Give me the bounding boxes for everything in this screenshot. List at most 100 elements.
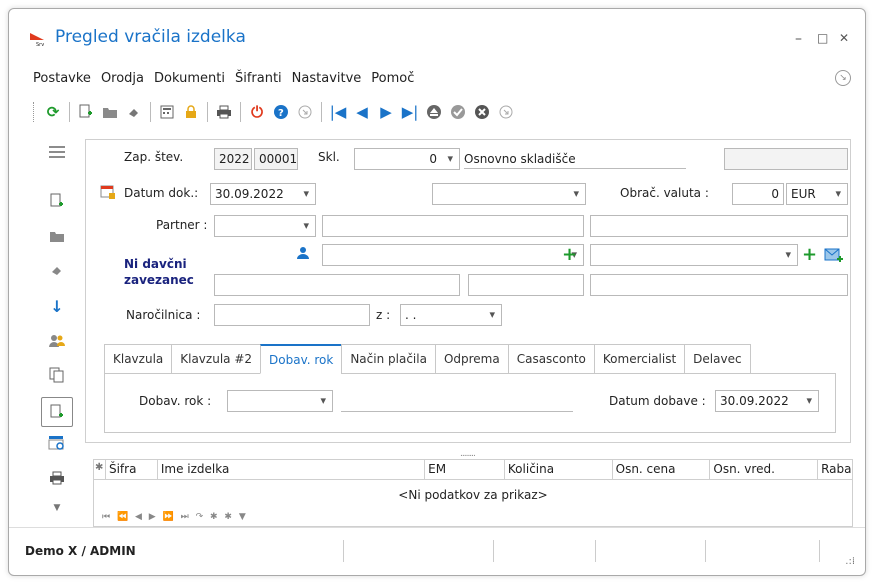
- menu-pomoc[interactable]: Pomoč: [371, 71, 414, 86]
- calculator-icon[interactable]: [155, 100, 179, 124]
- tab-dobav-rok[interactable]: Dobav. rok: [260, 344, 342, 374]
- eraser-icon[interactable]: [122, 100, 146, 124]
- tab-klavzula[interactable]: Klavzula: [104, 344, 172, 374]
- dobav-rok-label: Dobav. rok :: [139, 394, 212, 408]
- lock-icon[interactable]: [179, 100, 203, 124]
- first-record-icon[interactable]: |◀: [326, 100, 350, 124]
- status-bar: Demo X / ADMIN .:⁞: [9, 527, 865, 573]
- tab-delavec[interactable]: Delavec: [684, 344, 751, 374]
- email-add-icon[interactable]: [824, 246, 844, 267]
- confirm-icon[interactable]: [446, 100, 470, 124]
- col-rabat[interactable]: Raba: [818, 460, 852, 479]
- col-sifra[interactable]: Šifra: [106, 460, 158, 479]
- warehouse-select[interactable]: 0: [354, 148, 460, 170]
- menu-bar: Postavke Orodja Dokumenti Šifranti Nasta…: [33, 71, 424, 86]
- tax-field-3[interactable]: [590, 274, 848, 296]
- sidebar-search-table-icon[interactable]: [33, 435, 81, 451]
- status-field: [724, 148, 848, 170]
- partner-name-field[interactable]: [322, 215, 584, 237]
- document-type-select[interactable]: [432, 183, 586, 205]
- datum-label: Datum dok.:: [124, 186, 199, 200]
- new-document-icon[interactable]: [74, 100, 98, 124]
- sidebar-folder-icon[interactable]: [33, 229, 81, 243]
- calendar-icon: [100, 184, 116, 203]
- col-kolicina[interactable]: Količina: [505, 460, 613, 479]
- tax-field-2[interactable]: [468, 274, 584, 296]
- delivery-date-field[interactable]: 30.09.2022: [715, 390, 819, 412]
- zap-year-field[interactable]: 2022: [214, 148, 252, 170]
- maximize-button[interactable]: □: [817, 31, 828, 45]
- menu-nastavitve[interactable]: Nastavitve: [292, 71, 362, 86]
- resize-grip-icon[interactable]: .:⁞: [845, 556, 855, 567]
- tab-klavzula-2[interactable]: Klavzula #2: [171, 344, 261, 374]
- delivery-term-select[interactable]: [227, 390, 333, 412]
- svg-text:?: ?: [278, 108, 284, 119]
- refresh-icon[interactable]: ⟳: [41, 100, 65, 124]
- col-osn-cena[interactable]: Osn. cena: [613, 460, 711, 479]
- grid-navigator[interactable]: ⏮ ⏪ ◀ ▶ ⏩ ⏭ ↷ ✱ ✱ ▼: [102, 512, 248, 522]
- tax-field-1[interactable]: [214, 274, 460, 296]
- minimize-button[interactable]: –: [795, 31, 802, 47]
- col-osn-vred[interactable]: Osn. vred.: [710, 460, 819, 479]
- sidebar-eraser-icon[interactable]: [33, 263, 81, 277]
- grid-empty-message: <Ni podatkov za prikaz>: [398, 488, 548, 502]
- partner-select[interactable]: [214, 215, 316, 237]
- sidebar-new-icon[interactable]: [33, 193, 81, 209]
- datum-dobave-label: Datum dobave :: [609, 394, 706, 408]
- close-button[interactable]: ✕: [839, 31, 849, 45]
- partner-address-field[interactable]: [590, 215, 848, 237]
- next-disabled-icon[interactable]: [293, 100, 317, 124]
- sidebar-down-arrow-icon[interactable]: ↓: [33, 297, 81, 316]
- zap-number-field[interactable]: 00001: [254, 148, 298, 170]
- zap-label: Zap. štev.: [124, 150, 184, 164]
- power-icon[interactable]: ⏻: [245, 100, 269, 124]
- tax-status-label: Ni davčni zavezanec: [124, 257, 194, 287]
- delivery-address-select[interactable]: [590, 244, 798, 266]
- add-contact-icon[interactable]: +: [562, 246, 577, 264]
- tab-odprema[interactable]: Odprema: [434, 344, 508, 374]
- help-icon[interactable]: ?: [269, 100, 293, 124]
- hamburger-menu-icon[interactable]: [33, 145, 81, 159]
- col-ime-izdelka[interactable]: Ime izdelka: [158, 460, 426, 479]
- warehouse-name: Osnovno skladišče: [464, 152, 686, 169]
- grid-new-row-icon[interactable]: ✱: [94, 460, 106, 479]
- previous-record-icon[interactable]: ◀: [350, 100, 374, 124]
- collapse-ribbon-icon[interactable]: ↘: [835, 70, 851, 86]
- tab-panel: Dobav. rok : Datum dobave : 30.09.2022: [104, 373, 836, 433]
- svg-text:Srv: Srv: [36, 42, 44, 47]
- eject-icon[interactable]: [422, 100, 446, 124]
- window-title: Pregled vračila izdelka: [55, 27, 246, 47]
- sidebar-more-icon[interactable]: ▼: [33, 503, 81, 513]
- tab-casasconto[interactable]: Casasconto: [507, 344, 594, 374]
- order-date-field[interactable]: . .: [400, 304, 502, 326]
- order-number-field[interactable]: [214, 304, 370, 326]
- add-address-icon[interactable]: +: [802, 246, 817, 264]
- print-icon[interactable]: [212, 100, 236, 124]
- cancel-icon[interactable]: [470, 100, 494, 124]
- currency-select[interactable]: EUR: [786, 183, 848, 205]
- tab-nacin-placila[interactable]: Način plačila: [341, 344, 435, 374]
- document-date-field[interactable]: 30.09.2022: [210, 183, 316, 205]
- next-record-icon[interactable]: ▶: [374, 100, 398, 124]
- splitter-handle[interactable]: ........: [460, 449, 476, 459]
- col-em[interactable]: EM: [425, 460, 505, 479]
- status-user: Demo X / ADMIN: [25, 544, 136, 558]
- menu-postavke[interactable]: Postavke: [33, 71, 91, 86]
- sidebar-users-icon[interactable]: [33, 333, 81, 349]
- extra-disabled-icon[interactable]: [494, 100, 518, 124]
- items-grid: ✱ Šifra Ime izdelka EM Količina Osn. cen…: [93, 459, 853, 527]
- last-record-icon[interactable]: ▶|: [398, 100, 422, 124]
- menu-orodja[interactable]: Orodja: [101, 71, 144, 86]
- contact-person-select[interactable]: [322, 244, 584, 266]
- open-folder-icon[interactable]: [98, 100, 122, 124]
- toolbar-grip[interactable]: [33, 102, 35, 122]
- sidebar-new-document-button[interactable]: [41, 397, 73, 427]
- sidebar-copy-icon[interactable]: [33, 367, 81, 383]
- sidebar-print-icon[interactable]: [33, 471, 81, 485]
- menu-dokumenti[interactable]: Dokumenti: [154, 71, 225, 86]
- tab-komercialist[interactable]: Komercialist: [593, 344, 685, 374]
- exchange-rate-field[interactable]: 0: [732, 183, 784, 205]
- menu-sifranti[interactable]: Šifranti: [235, 71, 282, 86]
- grid-header: ✱ Šifra Ime izdelka EM Količina Osn. cen…: [94, 460, 852, 480]
- person-icon[interactable]: [296, 246, 310, 263]
